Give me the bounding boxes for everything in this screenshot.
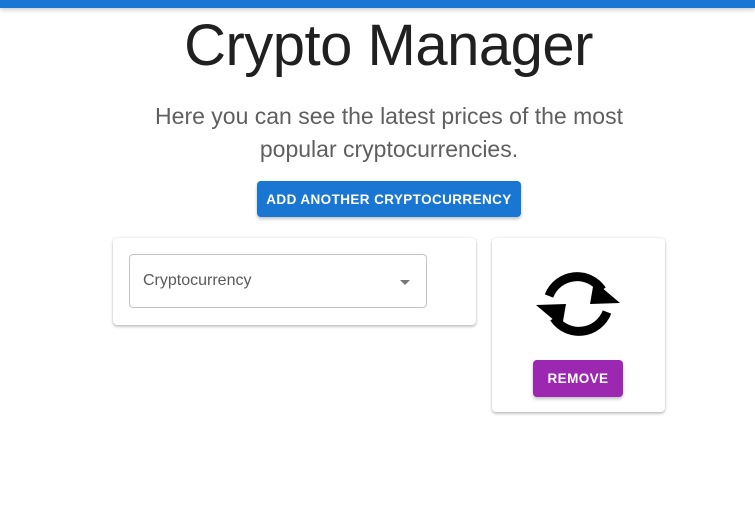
- page-subtitle: Here you can see the latest prices of th…: [155, 103, 623, 162]
- crypto-select-card: Cryptocurrency: [113, 238, 476, 325]
- crypto-action-card: REMOVE: [492, 238, 665, 412]
- app-top-bar: [0, 0, 755, 8]
- cryptocurrency-select[interactable]: Cryptocurrency: [129, 254, 427, 308]
- remove-button[interactable]: REMOVE: [533, 360, 623, 397]
- chevron-down-icon: [400, 280, 410, 285]
- refresh-icon[interactable]: [532, 268, 624, 340]
- page-title: Crypto Manager: [184, 13, 593, 78]
- add-cryptocurrency-button[interactable]: ADD ANOTHER CRYPTOCURRENCY: [257, 181, 521, 217]
- cryptocurrency-select-label: Cryptocurrency: [143, 272, 252, 289]
